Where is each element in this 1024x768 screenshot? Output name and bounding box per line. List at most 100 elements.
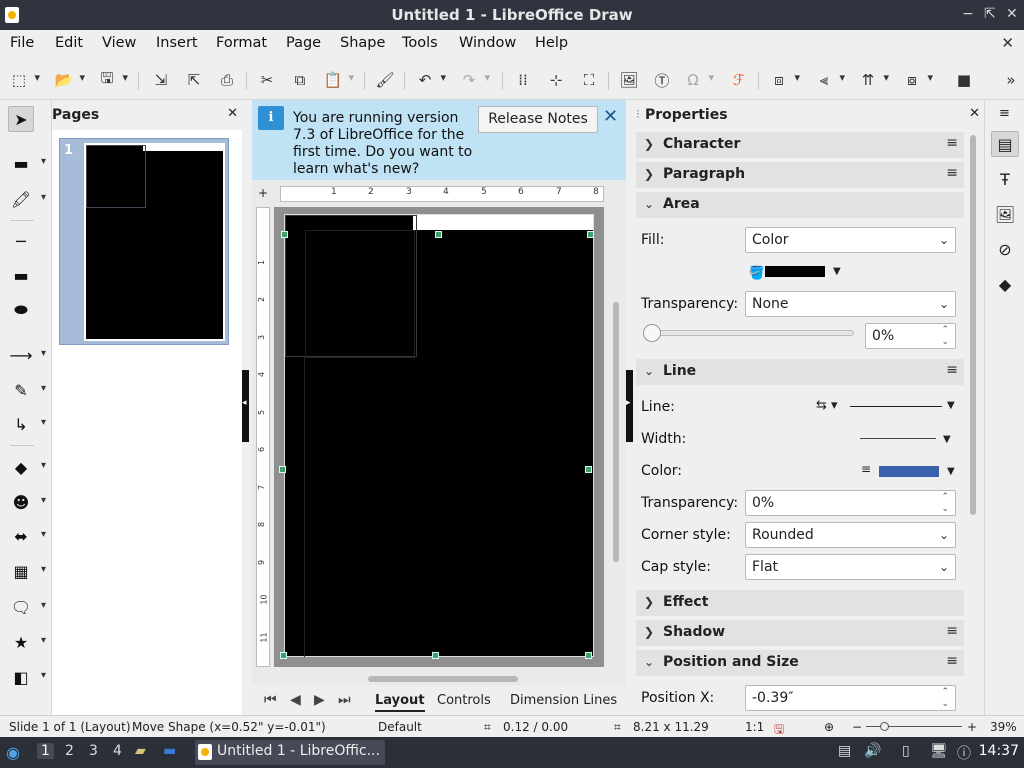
maximize-button[interactable]: ⇱	[984, 6, 996, 22]
zoom-page-icon[interactable]: ⛶	[578, 69, 600, 91]
info-tray-icon[interactable]: ⓘ	[957, 743, 971, 763]
menu-edit[interactable]: Edit	[55, 35, 83, 51]
redo-icon[interactable]: ↷	[458, 69, 490, 91]
section-area[interactable]: ⌄ Area	[636, 192, 964, 218]
close-sidebar-icon[interactable]: ✕	[969, 106, 980, 121]
right-splitter[interactable]	[626, 100, 634, 715]
distribute-icon[interactable]: ⧇	[901, 69, 933, 91]
section-shadow[interactable]: ❯ Shadow ≡	[636, 620, 964, 646]
fill-color-swatch[interactable]	[765, 266, 825, 277]
section-menu-icon[interactable]: ≡	[946, 165, 958, 181]
gallery-deck-icon[interactable]: 🖼	[991, 201, 1019, 227]
left-splitter[interactable]	[242, 100, 251, 715]
special-character-icon[interactable]: Ω	[682, 69, 714, 91]
taskbar-window-button[interactable]: Untitled 1 - LibreOffic...	[195, 740, 385, 765]
document-page[interactable]	[284, 214, 594, 657]
selection-handle[interactable]	[435, 231, 442, 238]
section-menu-icon[interactable]: ≡	[946, 362, 958, 378]
tab-controls[interactable]: Controls	[437, 693, 491, 708]
minimize-button[interactable]: −	[962, 6, 974, 22]
selection-handle[interactable]	[585, 466, 592, 473]
copy-icon[interactable]: ⧉	[289, 69, 311, 91]
export-pdf-icon[interactable]: ⇱	[183, 69, 205, 91]
sidebar-menu-icon[interactable]: ≡	[999, 106, 1010, 121]
workspace[interactable]	[274, 207, 604, 667]
first-page-icon[interactable]: ⏮	[264, 692, 277, 708]
zoom-level[interactable]: 39%	[990, 720, 1017, 734]
section-position-size[interactable]: ⌄ Position and Size ≡	[636, 650, 964, 676]
print-icon[interactable]: ⎙	[216, 69, 238, 91]
area-transparency-spin[interactable]: 0% ⌃ ⌄	[865, 323, 956, 349]
line-style-preview[interactable]	[850, 406, 942, 407]
line-style-dropdown-icon[interactable]: ▼	[947, 400, 955, 411]
tab-dimension-lines[interactable]: Dimension Lines	[510, 693, 617, 708]
section-paragraph[interactable]: ❯ Paragraph ≡	[636, 162, 964, 188]
position-x-spin[interactable]: -0.39″ ⌃ ⌄	[745, 685, 956, 711]
workspace-2[interactable]: 2	[65, 743, 74, 759]
symbol-shapes-icon[interactable]: ☻ ▾	[8, 489, 46, 515]
line-transparency-spin[interactable]: 0% ⌃ ⌄	[745, 490, 956, 516]
selection-handle[interactable]	[587, 231, 594, 238]
menu-insert[interactable]: Insert	[156, 35, 198, 51]
horizontal-scrollbar[interactable]	[284, 675, 604, 683]
clone-formatting-icon[interactable]: 🖌	[374, 69, 396, 91]
collapse-right-icon[interactable]	[626, 370, 633, 442]
vertical-scrollbar[interactable]	[612, 207, 620, 667]
callouts-icon[interactable]: 🗨 ▾	[8, 594, 46, 620]
selection-handle[interactable]	[432, 652, 439, 659]
paste-icon[interactable]: 📋	[322, 69, 354, 91]
menu-file[interactable]: File	[10, 35, 34, 51]
slider-knob[interactable]	[643, 324, 661, 342]
menu-format[interactable]: Format	[216, 35, 267, 51]
curves-icon[interactable]: ✎ ▾	[8, 377, 46, 403]
line-icon[interactable]: ─	[8, 228, 34, 254]
release-notes-button[interactable]: Release Notes	[478, 106, 598, 133]
rectangle-icon[interactable]: ▬	[8, 262, 34, 288]
network-icon[interactable]: 🖥	[930, 743, 948, 759]
section-line[interactable]: ⌄ Line ≡	[636, 359, 964, 385]
close-window-button[interactable]: ✕	[1006, 6, 1018, 22]
area-transparency-select[interactable]: None ⌄	[745, 291, 956, 317]
menu-shape[interactable]: Shape	[340, 35, 385, 51]
arrow-style-icon[interactable]: ⇆ ▾	[816, 398, 838, 413]
menu-view[interactable]: View	[102, 35, 136, 51]
zoom-in-button[interactable]: +	[967, 720, 977, 734]
arrange-icon[interactable]: ⇈	[857, 69, 889, 91]
clipboard-tray-icon[interactable]: ▤	[838, 743, 851, 759]
basic-shapes-icon[interactable]: ◆ ▾	[8, 454, 46, 480]
workspace-1[interactable]: 1	[37, 743, 54, 759]
section-effect[interactable]: ❯ Effect	[636, 590, 964, 616]
selection-handle[interactable]	[280, 652, 287, 659]
selection-handle[interactable]	[281, 231, 288, 238]
vertical-ruler[interactable]: 1 2 3 4 5 6 7 8 9 10 11	[256, 207, 270, 667]
save-icon[interactable]: 🖫	[96, 69, 128, 91]
export-icon[interactable]: ⇲	[150, 69, 172, 91]
ruler-corner-icon[interactable]: +	[256, 186, 270, 202]
flowchart-icon[interactable]: ▦ ▾	[8, 558, 46, 584]
helplines-icon[interactable]: ⊹	[545, 69, 567, 91]
workspace-3[interactable]: 3	[89, 743, 98, 759]
corner-style-select[interactable]: Rounded ⌄	[745, 522, 956, 548]
workspace-4[interactable]: 4	[113, 743, 122, 759]
zoom-out-button[interactable]: −	[852, 720, 862, 734]
select-icon[interactable]: ➤	[8, 106, 34, 132]
volume-icon[interactable]: 🔊	[864, 743, 881, 759]
selection-handle[interactable]	[279, 466, 286, 473]
section-menu-icon[interactable]: ≡	[946, 623, 958, 639]
cut-icon[interactable]: ✂	[256, 69, 278, 91]
fill-color-dropdown-icon[interactable]: ▼	[833, 266, 841, 277]
close-document-icon[interactable]: ✕	[1001, 34, 1014, 52]
show-desktop-icon[interactable]: ▬	[163, 743, 176, 759]
properties-deck-icon[interactable]: ▤	[991, 131, 1019, 157]
menu-window[interactable]: Window	[459, 35, 516, 51]
zoom-slider[interactable]	[866, 722, 962, 731]
fit-slide-icon[interactable]: ⊕	[824, 720, 834, 734]
selected-shape[interactable]	[305, 230, 415, 358]
undo-icon[interactable]: ↶	[414, 69, 446, 91]
fill-type-select[interactable]: Color ⌄	[745, 227, 956, 253]
insert-image-icon[interactable]: 🖼	[618, 69, 640, 91]
close-infobar-icon[interactable]: ✕	[603, 106, 618, 127]
shapes-deck-icon[interactable]: ◆	[991, 271, 1019, 297]
lines-arrows-icon[interactable]: ⟶ ▾	[8, 342, 46, 368]
line-color-swatch[interactable]	[879, 466, 939, 477]
